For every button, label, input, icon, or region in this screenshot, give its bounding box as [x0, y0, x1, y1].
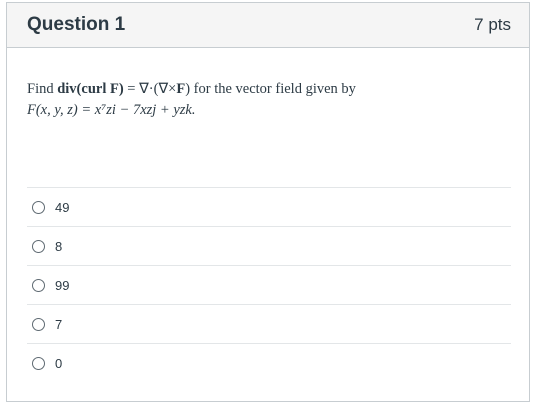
answer-label: 99	[55, 277, 70, 293]
answer-option[interactable]: 7	[27, 304, 511, 343]
radio-button[interactable]	[32, 239, 45, 253]
text-mid: = ∇·(∇×	[123, 81, 177, 97]
text-div-curl: div(curl F)	[57, 81, 124, 97]
question-text-line-2: F(x, y, z) = x⁷zi − 7xzj + yzk.	[27, 102, 196, 118]
answer-label: 7	[55, 316, 63, 332]
text-bold-f: F	[176, 81, 186, 97]
question-body: Find div(curl F) = ∇·(∇×F) for the vecto…	[27, 79, 511, 121]
text-suffix: ) for the vector field given by	[185, 81, 356, 97]
answer-list: 49 8 99 7 0	[27, 187, 511, 382]
text-prefix: Find	[27, 81, 58, 97]
answer-label: 0	[55, 355, 63, 371]
question-points: 7 pts	[474, 15, 511, 34]
answer-option[interactable]: 49	[27, 187, 511, 226]
answer-option[interactable]: 99	[27, 265, 511, 304]
radio-button[interactable]	[32, 200, 45, 214]
radio-button[interactable]	[32, 278, 45, 292]
radio-button[interactable]	[32, 356, 45, 370]
answer-option[interactable]: 0	[27, 343, 511, 382]
answer-option[interactable]: 8	[27, 226, 511, 265]
question-title: Question 1	[27, 14, 126, 35]
question-header: Question 1 7 pts	[7, 3, 529, 48]
radio-button[interactable]	[32, 317, 45, 331]
answer-label: 8	[55, 238, 63, 254]
question-text-line-1: Find div(curl F) = ∇·(∇×F) for the vecto…	[27, 79, 511, 100]
question-card: Question 1 7 pts Find div(curl F) = ∇·(∇…	[6, 2, 530, 402]
question-text: Find div(curl F) = ∇·(∇×F) for the vecto…	[27, 79, 511, 121]
answer-label: 49	[55, 199, 70, 215]
